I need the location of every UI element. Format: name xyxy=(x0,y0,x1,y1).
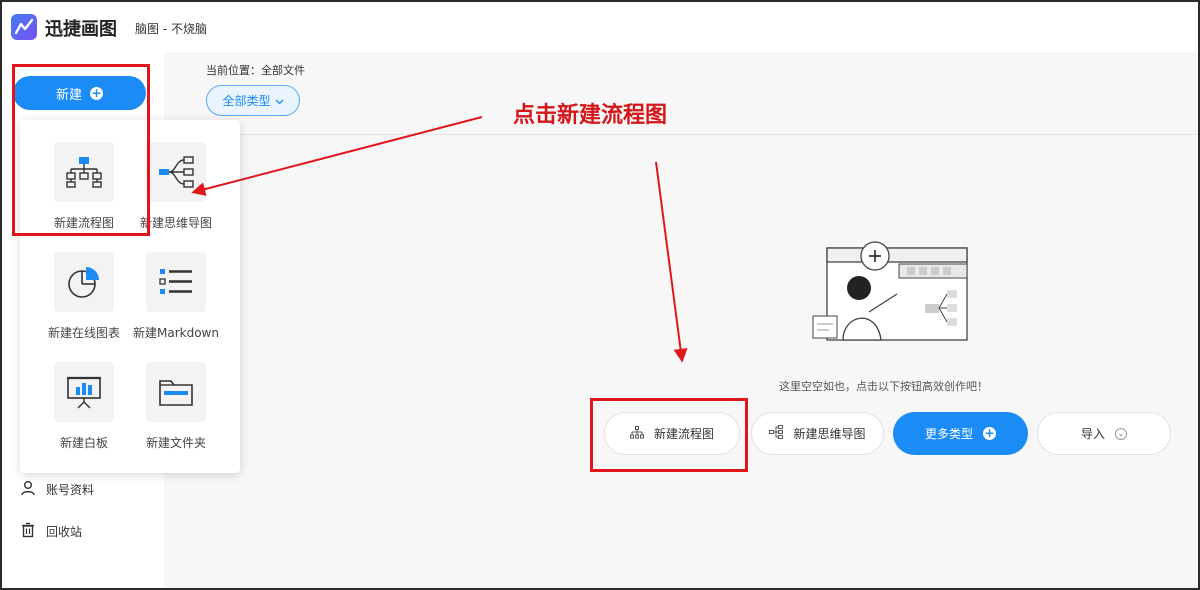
import-label: 导入 xyxy=(1080,427,1105,441)
mindmap-icon xyxy=(146,142,206,202)
menu-item-label: 新建白板 xyxy=(59,436,108,450)
empty-state-text: 这里空空如也，点击以下按钮高效创作吧！ xyxy=(779,380,988,393)
app-window: 迅捷画图 脑图 - 不烧脑 新建 + 账号资料 回收站 当前位置：全部文件 全部… xyxy=(0,0,1200,590)
whiteboard-icon xyxy=(54,362,114,422)
user-icon xyxy=(20,480,36,499)
annotation-box-new-button xyxy=(12,64,150,236)
menu-item-new-markdown[interactable]: 新建Markdown xyxy=(126,252,226,352)
list-icon xyxy=(146,252,206,312)
type-filter-label: 全部类型 xyxy=(222,94,271,108)
header: 迅捷画图 脑图 - 不烧脑 xyxy=(2,2,1198,52)
app-title: 迅捷画图 xyxy=(45,19,117,40)
import-button[interactable]: 导入 ⌄ xyxy=(1037,412,1171,455)
chevron-down-icon xyxy=(275,94,284,108)
trash-icon xyxy=(20,522,36,541)
app-logo-icon xyxy=(11,14,37,40)
new-mindmap-button[interactable]: 新建思维导图 xyxy=(751,412,884,455)
main-content xyxy=(164,52,1198,588)
menu-item-label: 新建在线图表 xyxy=(47,326,120,340)
more-types-label: 更多类型 xyxy=(924,427,973,441)
more-types-button[interactable]: 更多类型 + xyxy=(893,412,1028,455)
type-filter-dropdown[interactable]: 全部类型 xyxy=(206,85,300,116)
chevron-down-icon: ⌄ xyxy=(1115,427,1127,440)
sidebar-item-label: 账号资料 xyxy=(46,483,95,497)
menu-item-label: 新建思维导图 xyxy=(139,216,212,230)
menu-item-new-whiteboard[interactable]: 新建白板 xyxy=(34,362,134,462)
menu-item-new-chart[interactable]: 新建在线图表 xyxy=(34,252,134,352)
sidebar-item-account[interactable]: 账号资料 xyxy=(20,480,94,499)
annotation-callout: 点击新建流程图 xyxy=(513,102,668,128)
sidebar-item-trash[interactable]: 回收站 xyxy=(20,522,82,541)
empty-state-illustration xyxy=(807,238,977,348)
sidebar-item-label: 回收站 xyxy=(46,525,83,539)
menu-item-label: 新建文件夹 xyxy=(145,436,206,450)
mindmap-icon xyxy=(769,425,784,442)
pie-chart-icon xyxy=(54,252,114,312)
folder-icon xyxy=(146,362,206,422)
plus-icon: + xyxy=(983,426,996,440)
document-title: 脑图 - 不烧脑 xyxy=(135,22,207,36)
breadcrumb: 当前位置：全部文件 xyxy=(206,64,305,77)
menu-item-label: 新建Markdown xyxy=(133,326,219,340)
new-mindmap-label: 新建思维导图 xyxy=(793,427,866,441)
divider xyxy=(164,134,1198,135)
annotation-box-new-flowchart xyxy=(590,398,748,472)
menu-item-new-folder[interactable]: 新建文件夹 xyxy=(126,362,226,462)
